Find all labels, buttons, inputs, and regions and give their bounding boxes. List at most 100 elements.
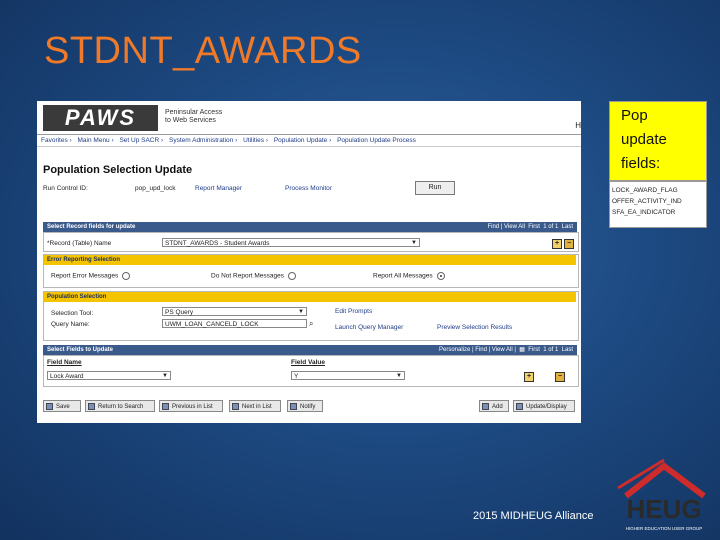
breadcrumb-population-update-process[interactable]: Population Update Process [337,137,416,144]
add-button[interactable]: Add [479,400,509,412]
error-section-header: Error Reporting Selection [44,255,576,265]
field-list-item: SFA_EA_INDICATOR [612,209,676,216]
page-title: Population Selection Update [43,164,193,176]
fields-section-title: Select Fields to Update [47,347,114,353]
error-option-report-error[interactable]: Report Error Messages [51,272,131,280]
add-field-row-icon[interactable]: + [524,372,534,382]
record-name-label: *Record (Table) Name [47,240,112,247]
update-display-label: Update/Display [526,404,567,410]
delete-row-icon[interactable]: − [564,239,574,249]
breadcrumb-population-update[interactable]: Population Update [274,137,328,144]
return-to-search-button[interactable]: Return to Search [85,400,155,412]
breadcrumb-favorites[interactable]: Favorites [41,137,68,144]
return-icon [88,403,95,410]
add-icon [482,403,489,410]
radio-button-selected[interactable] [436,272,445,280]
callout-line: fields: [621,155,661,172]
fields-count: 1 of 1 [543,347,559,353]
field-name-select[interactable]: Lock Award ▼ [47,371,171,380]
launch-query-manager-link[interactable]: Launch Query Manager [335,324,403,331]
banner-right-text: H [575,121,581,130]
next-in-list-label: Next in List [242,404,272,410]
roof-icon [624,462,706,499]
process-monitor-link[interactable]: Process Monitor [285,185,332,192]
notify-button[interactable]: Notify [287,400,323,412]
breadcrumb: Favorites › Main Menu › Set Up SACR › Sy… [37,134,581,147]
field-value-value: Y [294,373,299,380]
population-section-header: Population Selection [44,292,576,302]
record-count: 1 of 1 [543,224,559,230]
add-row-icon[interactable]: + [552,239,562,249]
record-section-header: Select Record fields for update Find | V… [43,222,577,232]
notify-label: Notify [300,404,316,410]
report-manager-link[interactable]: Report Manager [195,185,242,192]
error-option-do-not-report[interactable]: Do Not Report Messages [211,272,296,280]
field-value-select[interactable]: Y ▼ [291,371,405,380]
delete-field-row-icon[interactable]: − [555,372,565,382]
run-button[interactable]: Run [415,181,455,195]
previous-in-list-button[interactable]: Previous in List [159,400,223,412]
callout-line: update [621,131,667,148]
notify-icon [290,403,297,410]
query-name-label: Query Name: [51,321,90,328]
record-section-nav: Find | View All First 1 of 1 Last [487,222,573,232]
record-last-link[interactable]: Last [562,224,573,230]
previous-in-list-label: Previous in List [172,404,213,410]
query-name-input[interactable]: UWM_LOAN_CANCELD_LOCK [162,319,307,328]
callout-box: Pop update fields: [609,101,707,181]
breadcrumb-system-admin[interactable]: System Administration [169,137,233,144]
previous-icon [162,403,169,410]
chevron-down-icon: ▼ [411,240,417,246]
fields-last-link[interactable]: Last [562,347,573,353]
next-icon [232,403,239,410]
error-option-label: Report Error Messages [51,272,119,280]
heug-tagline: HIGHER EDUCATION USER GROUP [626,526,702,531]
update-display-button[interactable]: Update/Display [513,400,575,412]
search-icon[interactable]: ⌕ [309,319,313,329]
app-screenshot: PAWS Peninsular Access to Web Services H… [37,101,581,423]
fields-nav-links[interactable]: Personalize | Find | View All | [439,347,516,353]
fields-section-nav: Personalize | Find | View All | ▦ First … [439,345,573,355]
chevron-down-icon: ▼ [396,373,402,379]
fields-first-link[interactable]: First [528,347,540,353]
field-list: LOCK_AWARD_FLAG OFFER_ACTIVITY_IND SFA_E… [609,181,707,228]
save-label: Save [56,404,70,410]
column-header-field-name[interactable]: Field Name [47,359,82,366]
slide-title: STDNT_AWARDS [44,30,362,72]
column-header-field-value[interactable]: Field Value [291,359,325,366]
field-name-value: Lock Award [50,373,84,380]
record-name-select[interactable]: STDNT_AWARDS - Student Awards ▼ [162,238,420,247]
add-label: Add [492,404,503,410]
error-option-label: Report All Messages [373,272,433,280]
run-control-label: Run Control ID: [43,185,88,192]
grid-icon[interactable]: ▦ [519,347,525,353]
save-button[interactable]: Save [43,400,81,412]
paws-tagline-line: Peninsular Access [165,109,223,116]
paws-tagline: Peninsular Access to Web Services [165,109,222,125]
record-first-link[interactable]: First [528,224,540,230]
radio-button[interactable] [122,272,131,280]
error-option-label: Do Not Report Messages [211,272,284,280]
record-find-viewall-link[interactable]: Find | View All [487,224,524,230]
fields-section-header: Select Fields to Update Personalize | Fi… [43,345,577,355]
heug-logo: HEUG HIGHER EDUCATION USER GROUP [617,458,706,531]
update-display-icon [516,403,523,410]
field-list-item: LOCK_AWARD_FLAG [612,187,678,194]
next-in-list-button[interactable]: Next in List [229,400,281,412]
callout-line: Pop [621,107,648,124]
selection-tool-select[interactable]: PS Query ▼ [162,307,307,316]
chevron-down-icon: ▼ [298,309,304,315]
return-to-search-label: Return to Search [98,404,144,410]
breadcrumb-main-menu[interactable]: Main Menu [78,137,110,144]
radio-button[interactable] [287,272,296,280]
record-name-value: STDNT_AWARDS - Student Awards [165,240,270,247]
error-option-report-all[interactable]: Report All Messages [373,272,445,280]
field-list-item: OFFER_ACTIVITY_IND [612,198,682,205]
breadcrumb-utilities[interactable]: Utilities [243,137,264,144]
breadcrumb-setup-sacr[interactable]: Set Up SACR [119,137,159,144]
preview-results-link[interactable]: Preview Selection Results [437,324,512,331]
edit-prompts-link[interactable]: Edit Prompts [335,308,372,315]
heug-wordmark: HEUG [626,494,701,524]
paws-tagline-line: to Web Services [165,117,216,124]
population-section-title: Population Selection [47,294,107,300]
